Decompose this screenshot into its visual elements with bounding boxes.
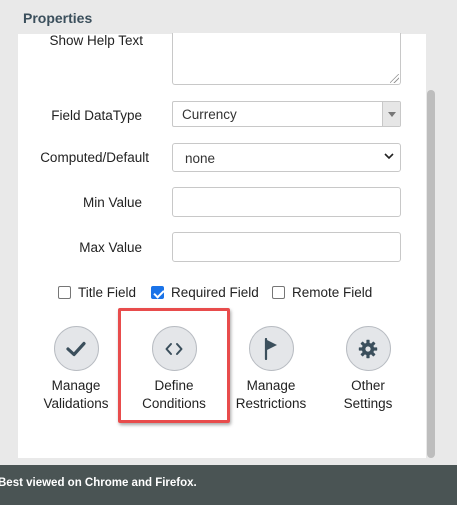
checkbox-box[interactable] (151, 286, 164, 299)
action-label-line2: Settings (343, 396, 393, 411)
action-label-line2: Validations (43, 396, 109, 411)
gear-icon (358, 339, 378, 358)
checkbox-box[interactable] (272, 286, 285, 299)
check-icon (66, 341, 86, 356)
required-field-checkbox[interactable]: Required Field (151, 285, 259, 300)
other-settings-button[interactable]: Other Settings (323, 326, 413, 413)
help-text-textarea[interactable] (172, 33, 401, 85)
action-circle[interactable] (248, 326, 294, 371)
resize-grip-icon[interactable] (390, 74, 399, 83)
scrollbar-thumb[interactable] (427, 90, 435, 458)
max-value-label: Max Value (79, 240, 142, 255)
action-label-line2: Restrictions (235, 396, 307, 411)
footer-bar: Best viewed on Chrome and Firefox. (0, 465, 457, 505)
checkbox-label: Title Field (78, 285, 137, 300)
footer-text: Best viewed on Chrome and Firefox. (0, 477, 197, 489)
action-label-line1: Manage (246, 378, 296, 393)
help-text-label: Show Help Text (49, 33, 143, 48)
min-value-label: Min Value (82, 195, 142, 210)
chevron-down-icon (384, 153, 394, 160)
checkbox-label: Remote Field (292, 285, 373, 300)
datatype-label: Field DataType (51, 108, 142, 123)
min-value-input[interactable] (172, 187, 401, 217)
action-circle[interactable] (345, 326, 391, 371)
checkbox-label: Required Field (171, 285, 259, 300)
dropdown-arrow-icon[interactable] (382, 102, 400, 126)
remote-field-checkbox[interactable]: Remote Field (272, 285, 372, 300)
computed-value: none (185, 151, 216, 166)
action-label-line1: Other (351, 378, 385, 393)
action-label-line1: Manage (51, 378, 101, 393)
max-value-input[interactable] (172, 232, 401, 262)
computed-select[interactable]: none (172, 143, 401, 172)
manage-restrictions-button[interactable]: Manage Restrictions (226, 326, 316, 413)
flag-icon (264, 337, 277, 360)
action-circle[interactable] (53, 326, 99, 371)
highlight-box (118, 308, 230, 423)
datatype-select[interactable]: Currency (172, 101, 401, 127)
checkbox-box[interactable] (58, 286, 71, 299)
datatype-value: Currency (182, 107, 237, 122)
title-field-checkbox[interactable]: Title Field (58, 285, 136, 300)
computed-label: Computed/Default (40, 150, 149, 165)
panel-title: Properties (23, 10, 93, 26)
manage-validations-button[interactable]: Manage Validations (31, 326, 121, 413)
